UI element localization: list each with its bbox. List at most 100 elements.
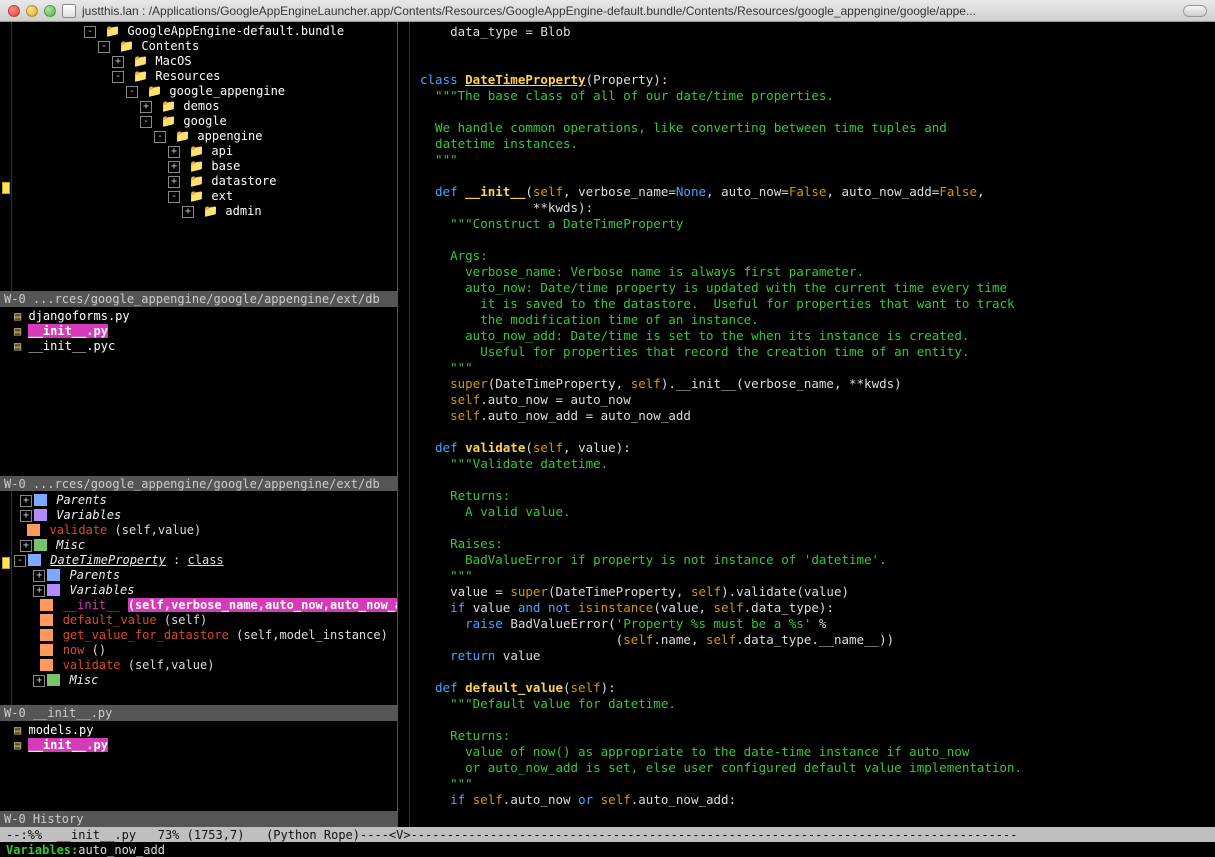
tree-item-label: Contents [141, 39, 199, 53]
file-name: __init__.py [28, 738, 107, 752]
expand-collapse-icon[interactable]: - [126, 86, 138, 98]
outline-item[interactable]: + Misc [14, 538, 397, 553]
minibuffer-label: Variables: [6, 843, 78, 857]
tree-item[interactable]: - 📁 Resources [14, 69, 397, 84]
tree-item-label: appengine [197, 129, 262, 143]
tree-item[interactable]: - 📁 appengine [14, 129, 397, 144]
misc-icon [47, 674, 60, 686]
list-item[interactable]: ▤ djangoforms.py [2, 309, 397, 324]
minibuffer[interactable]: Variables: auto_now_add [0, 842, 1215, 857]
outline-item[interactable]: default_value (self) [14, 613, 397, 628]
folder-icon: 📁 [189, 189, 204, 203]
tree-item[interactable]: - 📁 ext [14, 189, 397, 204]
expand-collapse-icon[interactable]: + [168, 146, 180, 158]
code-line: auto_now_add: Date/time is set to the wh… [420, 328, 1205, 344]
expand-collapse-icon[interactable]: + [168, 176, 180, 188]
misc-icon [34, 539, 47, 551]
method-icon [40, 659, 53, 671]
outline-tree[interactable]: + Parents+ Variables validate (self,valu… [0, 491, 397, 690]
outline-item[interactable]: + Variables [14, 508, 397, 523]
file-list-1[interactable]: ▤ djangoforms.py▤ __init__.py▤ __init__.… [0, 307, 397, 356]
code-line: We handle common operations, like conver… [420, 120, 1205, 136]
expand-collapse-icon[interactable]: - [98, 41, 110, 53]
expand-collapse-icon[interactable]: - [84, 26, 96, 38]
expand-collapse-icon[interactable]: - [140, 116, 152, 128]
minimize-icon[interactable] [26, 5, 38, 17]
file-name: __init__.py [28, 324, 107, 338]
tree-item-label: MacOS [155, 54, 191, 68]
list-item[interactable]: ▤ __init__.py [2, 324, 397, 339]
parents-icon [34, 494, 47, 506]
expand-collapse-icon[interactable]: + [20, 540, 32, 552]
outline-item[interactable]: __init__ (self,verbose_name,auto_now,aut… [14, 598, 397, 613]
directory-tree[interactable]: - 📁 GoogleAppEngine-default.bundle- 📁 Co… [0, 22, 397, 221]
file-icon: ▤ [14, 309, 21, 323]
code-line [420, 424, 1205, 440]
history-header: W-0 History [0, 811, 397, 827]
outline-item[interactable]: now () [14, 643, 397, 658]
code-line: if value and not isinstance(value, self.… [420, 600, 1205, 616]
expand-collapse-icon[interactable]: + [112, 56, 124, 68]
expand-collapse-icon[interactable]: + [33, 675, 45, 687]
expand-collapse-icon[interactable]: + [33, 585, 45, 597]
list-item[interactable]: ▤ __init__.py [2, 738, 397, 753]
tree-item[interactable]: - 📁 google [14, 114, 397, 129]
code-line [420, 56, 1205, 72]
expand-collapse-icon[interactable]: + [168, 161, 180, 173]
expand-collapse-icon[interactable]: + [33, 570, 45, 582]
code-line: """Construct a DateTimeProperty [420, 216, 1205, 232]
code-gutter [398, 22, 410, 827]
tree-item-label: demos [183, 99, 219, 113]
minibuffer-value: auto_now_add [78, 843, 165, 857]
code-line: (self.name, self.data_type.__name__)) [420, 632, 1205, 648]
titlebar-pill-icon[interactable] [1183, 5, 1207, 17]
tree-item[interactable]: - 📁 google_appengine [14, 84, 397, 99]
expand-collapse-icon[interactable]: + [20, 510, 32, 522]
close-icon[interactable] [8, 5, 20, 17]
tree-item[interactable]: - 📁 GoogleAppEngine-default.bundle [14, 24, 397, 39]
tree-item[interactable]: + 📁 MacOS [14, 54, 397, 69]
outline-item[interactable]: get_value_for_datastore (self,model_inst… [14, 628, 397, 643]
outline-item[interactable]: validate (self,value) [14, 658, 397, 673]
expand-collapse-icon[interactable]: - [154, 131, 166, 143]
file-icon: ▤ [14, 324, 21, 338]
file-list-1-header: W-0 ...rces/google_appengine/google/appe… [0, 291, 397, 307]
expand-collapse-icon[interactable]: + [140, 101, 152, 113]
code-line: verbose_name: Verbose name is always fir… [420, 264, 1205, 280]
folder-icon: 📁 [161, 99, 176, 113]
code-line: """Default value for datetime. [420, 696, 1205, 712]
outline-item[interactable]: + Parents [14, 568, 397, 583]
tree-item[interactable]: + 📁 api [14, 144, 397, 159]
expand-collapse-icon[interactable]: - [168, 191, 180, 203]
zoom-icon[interactable] [44, 5, 56, 17]
outline-item[interactable]: + Parents [14, 493, 397, 508]
tree-item[interactable]: + 📁 base [14, 159, 397, 174]
code-line: def validate(self, value): [420, 440, 1205, 456]
expand-collapse-icon[interactable]: + [182, 206, 194, 218]
folder-icon: 📁 [105, 24, 120, 38]
expand-collapse-icon[interactable]: - [112, 71, 124, 83]
tree-item-label: Resources [155, 69, 220, 83]
code-editor[interactable]: data_type = Blob class DateTimeProperty(… [398, 22, 1215, 827]
code-line: def __init__(self, verbose_name=None, au… [420, 184, 1205, 200]
code-line: self.auto_now_add = auto_now_add [420, 408, 1205, 424]
tree-item[interactable]: + 📁 datastore [14, 174, 397, 189]
outline-item[interactable]: + Variables [14, 583, 397, 598]
outline-item[interactable]: - DateTimeProperty : class [14, 553, 397, 568]
tree-item[interactable]: + 📁 admin [14, 204, 397, 219]
expand-collapse-icon[interactable]: + [20, 495, 32, 507]
list-item[interactable]: ▤ __init__.pyc [2, 339, 397, 354]
code-line: """ [420, 152, 1205, 168]
file-name: models.py [28, 723, 93, 737]
list-item[interactable]: ▤ models.py [2, 723, 397, 738]
outline-item[interactable]: + Misc [14, 673, 397, 688]
tree-item[interactable]: + 📁 demos [14, 99, 397, 114]
expand-collapse-icon[interactable]: - [14, 555, 26, 567]
file-list-2[interactable]: ▤ models.py▤ __init__.py [0, 721, 397, 755]
tree-item[interactable]: - 📁 Contents [14, 39, 397, 54]
folder-icon: 📁 [119, 39, 134, 53]
file-icon: ▤ [14, 738, 21, 752]
code-line: """ [420, 776, 1205, 792]
outline-item[interactable]: validate (self,value) [14, 523, 397, 538]
field-icon [47, 584, 60, 596]
